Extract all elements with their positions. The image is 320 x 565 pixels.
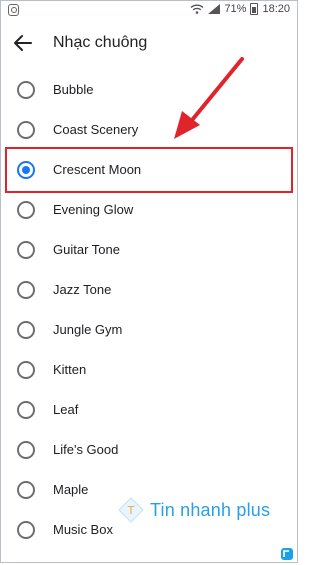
ringtone-option[interactable]: Jungle Gym — [0, 310, 300, 350]
radio-unselected-icon[interactable] — [17, 441, 35, 459]
ringtone-label: Kitten — [53, 362, 87, 377]
ringtone-option[interactable]: Evening Glow — [0, 190, 300, 230]
battery-percent: 71% — [224, 3, 247, 15]
red-arrow-annotation — [174, 57, 244, 139]
ringtone-label: Guitar Tone — [53, 242, 120, 257]
ringtone-option[interactable]: Bubble — [0, 70, 300, 110]
ringtone-label: Leaf — [53, 402, 79, 417]
radio-unselected-icon[interactable] — [17, 521, 35, 539]
arrow-left-icon[interactable] — [12, 32, 34, 54]
status-icons: 71% 18:20 — [190, 3, 290, 15]
selection-highlight-box — [5, 147, 293, 193]
battery-icon — [250, 3, 259, 15]
radio-unselected-icon[interactable] — [17, 361, 35, 379]
radio-unselected-icon[interactable] — [17, 201, 35, 219]
ringtone-option[interactable]: Jazz Tone — [0, 270, 300, 310]
watermark-logo-icon: T — [118, 497, 144, 523]
wifi-icon — [190, 4, 204, 14]
ringtone-label: Jungle Gym — [53, 322, 123, 337]
radio-unselected-icon[interactable] — [17, 321, 35, 339]
watermark-text: Tin nhanh plus — [150, 499, 271, 520]
radio-unselected-icon[interactable] — [17, 81, 35, 99]
ringtone-option[interactable]: Guitar Tone — [0, 230, 300, 270]
signal-icon — [208, 4, 221, 14]
ringtone-option[interactable]: Coast Scenery — [0, 110, 300, 150]
svg-text:T: T — [127, 504, 135, 517]
ringtone-label: Maple — [53, 482, 89, 497]
ringtone-label: Life's Good — [53, 442, 119, 457]
clock: 18:20 — [262, 3, 290, 15]
ringtone-option[interactable]: Leaf — [0, 390, 300, 430]
ringtone-label: Coast Scenery — [53, 122, 139, 137]
ringtone-option[interactable]: Life's Good — [0, 430, 300, 470]
radio-unselected-icon[interactable] — [17, 121, 35, 139]
watermark: T Tin nhanh plus — [118, 497, 270, 523]
ringtone-option[interactable]: Kitten — [0, 350, 300, 390]
page-title: Nhạc chuông — [53, 34, 148, 51]
screenshot-icon — [8, 4, 19, 16]
status-bar: 71% 18:20 — [0, 0, 300, 22]
radio-unselected-icon[interactable] — [17, 481, 35, 499]
radio-unselected-icon[interactable] — [17, 241, 35, 259]
app-bar: Nhạc chuông — [0, 26, 300, 62]
radio-unselected-icon[interactable] — [17, 401, 35, 419]
ringtone-label: Bubble — [53, 82, 94, 97]
ringtone-label: Music Box — [53, 522, 113, 537]
radio-unselected-icon[interactable] — [17, 281, 35, 299]
ringtone-label: Evening Glow — [53, 202, 134, 217]
corner-logo-icon — [281, 548, 293, 560]
ringtone-label: Jazz Tone — [53, 282, 112, 297]
